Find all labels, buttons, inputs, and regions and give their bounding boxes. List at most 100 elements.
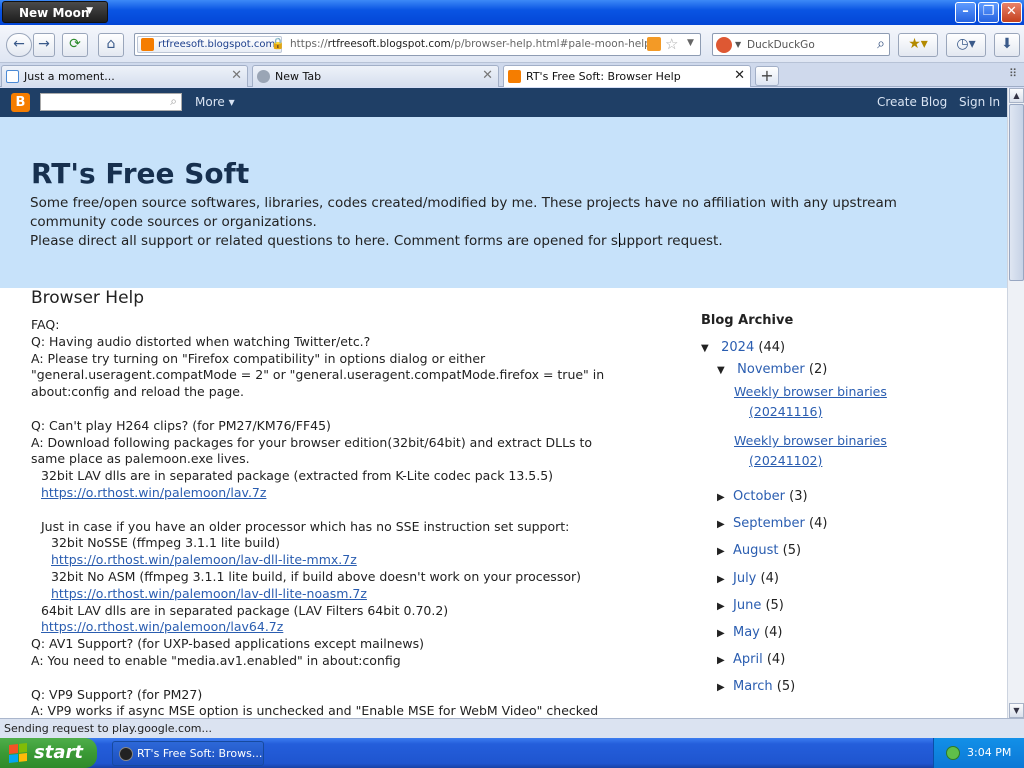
archive-month-november[interactable]: ▼ November (2) bbox=[701, 362, 1001, 377]
archive-count: (4) bbox=[764, 624, 783, 640]
post-link-line: Weekly browser binaries bbox=[734, 384, 887, 399]
close-window-button[interactable]: ✕ bbox=[1001, 2, 1022, 23]
post-line: A: You need to enable "media.av1.enabled… bbox=[31, 652, 401, 668]
forward-button[interactable]: → bbox=[33, 33, 55, 57]
maximize-button[interactable]: ❐ bbox=[978, 2, 999, 23]
search-icon[interactable]: ⌕ bbox=[170, 94, 177, 109]
archive-year-2024[interactable]: ▼ 2024 (44) bbox=[701, 340, 1001, 355]
app-menu-button[interactable]: New Moon ▼ bbox=[2, 1, 108, 23]
archive-month-item[interactable]: ▶ May (4) bbox=[701, 625, 1001, 640]
tab-new-tab[interactable]: New Tab ✕ bbox=[252, 65, 499, 87]
search-icon[interactable]: ⌕ bbox=[877, 36, 885, 52]
archive-count: (5) bbox=[782, 543, 802, 559]
archive-month-item[interactable]: ▶ March (5) bbox=[701, 679, 1001, 694]
history-menu-button[interactable]: ◷▾ bbox=[946, 33, 986, 57]
post-line: 32bit No ASM (ffmpeg 3.1.1 lite build, i… bbox=[51, 568, 581, 584]
archive-count: (3) bbox=[789, 489, 808, 504]
close-tab-icon[interactable]: ✕ bbox=[734, 68, 745, 83]
collapse-triangle-icon[interactable]: ▶ bbox=[717, 546, 733, 557]
archive-month-link[interactable]: November bbox=[737, 362, 805, 377]
blogger-logo-icon[interactable]: B bbox=[11, 93, 30, 112]
archive-month-link[interactable]: May bbox=[733, 625, 760, 640]
bookmarks-menu-button[interactable]: ★▾ bbox=[898, 33, 938, 57]
close-tab-icon[interactable]: ✕ bbox=[231, 68, 242, 83]
collapse-triangle-icon[interactable]: ▶ bbox=[717, 601, 733, 612]
archive-month-list: ▶ October (3) ▶ September (4) ▶ August (5) ▶ Ju… bbox=[701, 489, 1001, 694]
url-text[interactable]: https://rtfreesoft.blogspot.com/p/browse… bbox=[290, 38, 651, 50]
expand-triangle-icon[interactable]: ▼ bbox=[717, 365, 733, 376]
bookmark-star-icon[interactable]: ☆ bbox=[665, 35, 678, 53]
collapse-triangle-icon[interactable]: ▶ bbox=[717, 628, 733, 639]
scrollbar-thumb[interactable] bbox=[1009, 104, 1024, 281]
archive-month-link[interactable]: July bbox=[733, 571, 756, 586]
tab-groups-icon[interactable]: ⠿ bbox=[1009, 67, 1017, 80]
reload-button[interactable]: ⟳ bbox=[62, 33, 88, 57]
search-engine-label: DuckDuckGo bbox=[747, 39, 815, 51]
archive-post-link[interactable]: Weekly browser binaries (20241116) bbox=[701, 382, 1001, 422]
archive-month-item[interactable]: ▶ April (4) bbox=[701, 652, 1001, 667]
archive-year-link[interactable]: 2024 bbox=[721, 340, 754, 355]
new-moon-browser-icon bbox=[119, 747, 133, 761]
site-identity-button[interactable]: rtfreesoft.blogspot.com bbox=[137, 36, 283, 53]
url-bar[interactable]: rtfreesoft.blogspot.com 🔒 https://rtfree… bbox=[134, 33, 701, 56]
start-button[interactable]: start bbox=[0, 738, 97, 768]
sign-in-link[interactable]: Sign In bbox=[959, 95, 1000, 109]
collapse-triangle-icon[interactable]: ▶ bbox=[717, 519, 733, 530]
archive-month-item[interactable]: ▶ October (3) bbox=[701, 489, 1001, 504]
archive-month-item[interactable]: ▶ June (5) bbox=[701, 598, 1001, 613]
archive-month-item[interactable]: ▶ August (5) bbox=[701, 543, 1001, 558]
archive-month-item[interactable]: ▶ September (4) bbox=[701, 516, 1001, 531]
collapse-triangle-icon[interactable]: ▶ bbox=[717, 492, 733, 503]
post-title: Browser Help bbox=[31, 288, 145, 308]
download-link[interactable]: https://o.rthost.win/palemoon/lav-dll-li… bbox=[31, 586, 651, 603]
archive-month-link[interactable]: October bbox=[733, 489, 785, 504]
close-tab-icon[interactable]: ✕ bbox=[482, 68, 493, 83]
search-engine-dropdown-icon[interactable]: ▼ bbox=[735, 40, 741, 49]
post-line: Just in case if you have an older proces… bbox=[41, 518, 570, 534]
home-button[interactable]: ⌂ bbox=[98, 33, 124, 57]
lock-icon: 🔒 bbox=[271, 37, 285, 50]
collapse-triangle-icon[interactable]: ▶ bbox=[717, 682, 733, 693]
taskbar-window-button[interactable]: RT's Free Soft: Brows... bbox=[112, 741, 264, 766]
archive-month-link[interactable]: June bbox=[733, 598, 761, 613]
create-blog-link[interactable]: Create Blog bbox=[877, 95, 947, 109]
download-link[interactable]: https://o.rthost.win/palemoon/lav-dll-li… bbox=[31, 552, 651, 569]
collapse-triangle-icon[interactable]: ▶ bbox=[717, 574, 733, 585]
tab-browser-help[interactable]: RT's Free Soft: Browser Help ✕ bbox=[503, 65, 751, 87]
archive-count: (2) bbox=[808, 362, 828, 377]
url-dropdown-icon[interactable]: ▼ bbox=[687, 38, 694, 48]
collapse-triangle-icon[interactable]: ▶ bbox=[717, 655, 733, 666]
archive-month-link[interactable]: April bbox=[733, 652, 763, 667]
tab-label: New Tab bbox=[275, 70, 322, 83]
url-prefix: https:// bbox=[290, 38, 328, 50]
blog-title[interactable]: RT's Free Soft bbox=[31, 157, 249, 190]
more-menu[interactable]: More ▾ bbox=[195, 95, 235, 109]
scroll-up-arrow-icon[interactable]: ▲ bbox=[1009, 88, 1024, 103]
blog-description: Some free/open source softwares, librari… bbox=[30, 194, 960, 251]
scroll-down-arrow-icon[interactable]: ▼ bbox=[1009, 703, 1024, 718]
archive-month-link[interactable]: August bbox=[733, 543, 779, 558]
blog-search-input[interactable]: ⌕ bbox=[40, 93, 182, 111]
vertical-scrollbar[interactable]: ▲ ▼ bbox=[1007, 88, 1024, 718]
back-button[interactable]: ← bbox=[6, 33, 32, 57]
tray-app-icon[interactable] bbox=[946, 746, 960, 760]
archive-post-link[interactable]: Weekly browser binaries (20241102) bbox=[701, 431, 1001, 471]
blank-page-icon bbox=[6, 70, 19, 83]
downloads-button[interactable]: ⬇ bbox=[994, 33, 1020, 57]
search-bar[interactable]: ▼ DuckDuckGo ⌕ bbox=[712, 33, 890, 56]
identity-domain: rtfreesoft.blogspot.com bbox=[158, 39, 276, 50]
expand-triangle-icon[interactable]: ▼ bbox=[701, 343, 717, 354]
download-link[interactable]: https://o.rthost.win/palemoon/lav.7z bbox=[31, 485, 651, 502]
rss-feed-icon[interactable] bbox=[647, 37, 661, 51]
tray-clock[interactable]: 3:04 PM bbox=[967, 746, 1011, 759]
tab-just-a-moment[interactable]: Just a moment... ✕ bbox=[1, 65, 248, 87]
download-link[interactable]: https://o.rthost.win/palemoon/lav64.7z bbox=[31, 619, 651, 636]
blogger-icon bbox=[508, 70, 521, 83]
url-path: /p/browser-help.html#pale-moon-help bbox=[450, 38, 651, 50]
minimize-button[interactable]: – bbox=[955, 2, 976, 23]
archive-month-link[interactable]: September bbox=[733, 516, 805, 531]
archive-month-link[interactable]: March bbox=[733, 679, 773, 694]
post-line: same place as palemoon.exe lives. bbox=[31, 451, 250, 467]
archive-month-item[interactable]: ▶ July (4) bbox=[701, 571, 1001, 586]
new-tab-button[interactable]: + bbox=[755, 66, 779, 86]
